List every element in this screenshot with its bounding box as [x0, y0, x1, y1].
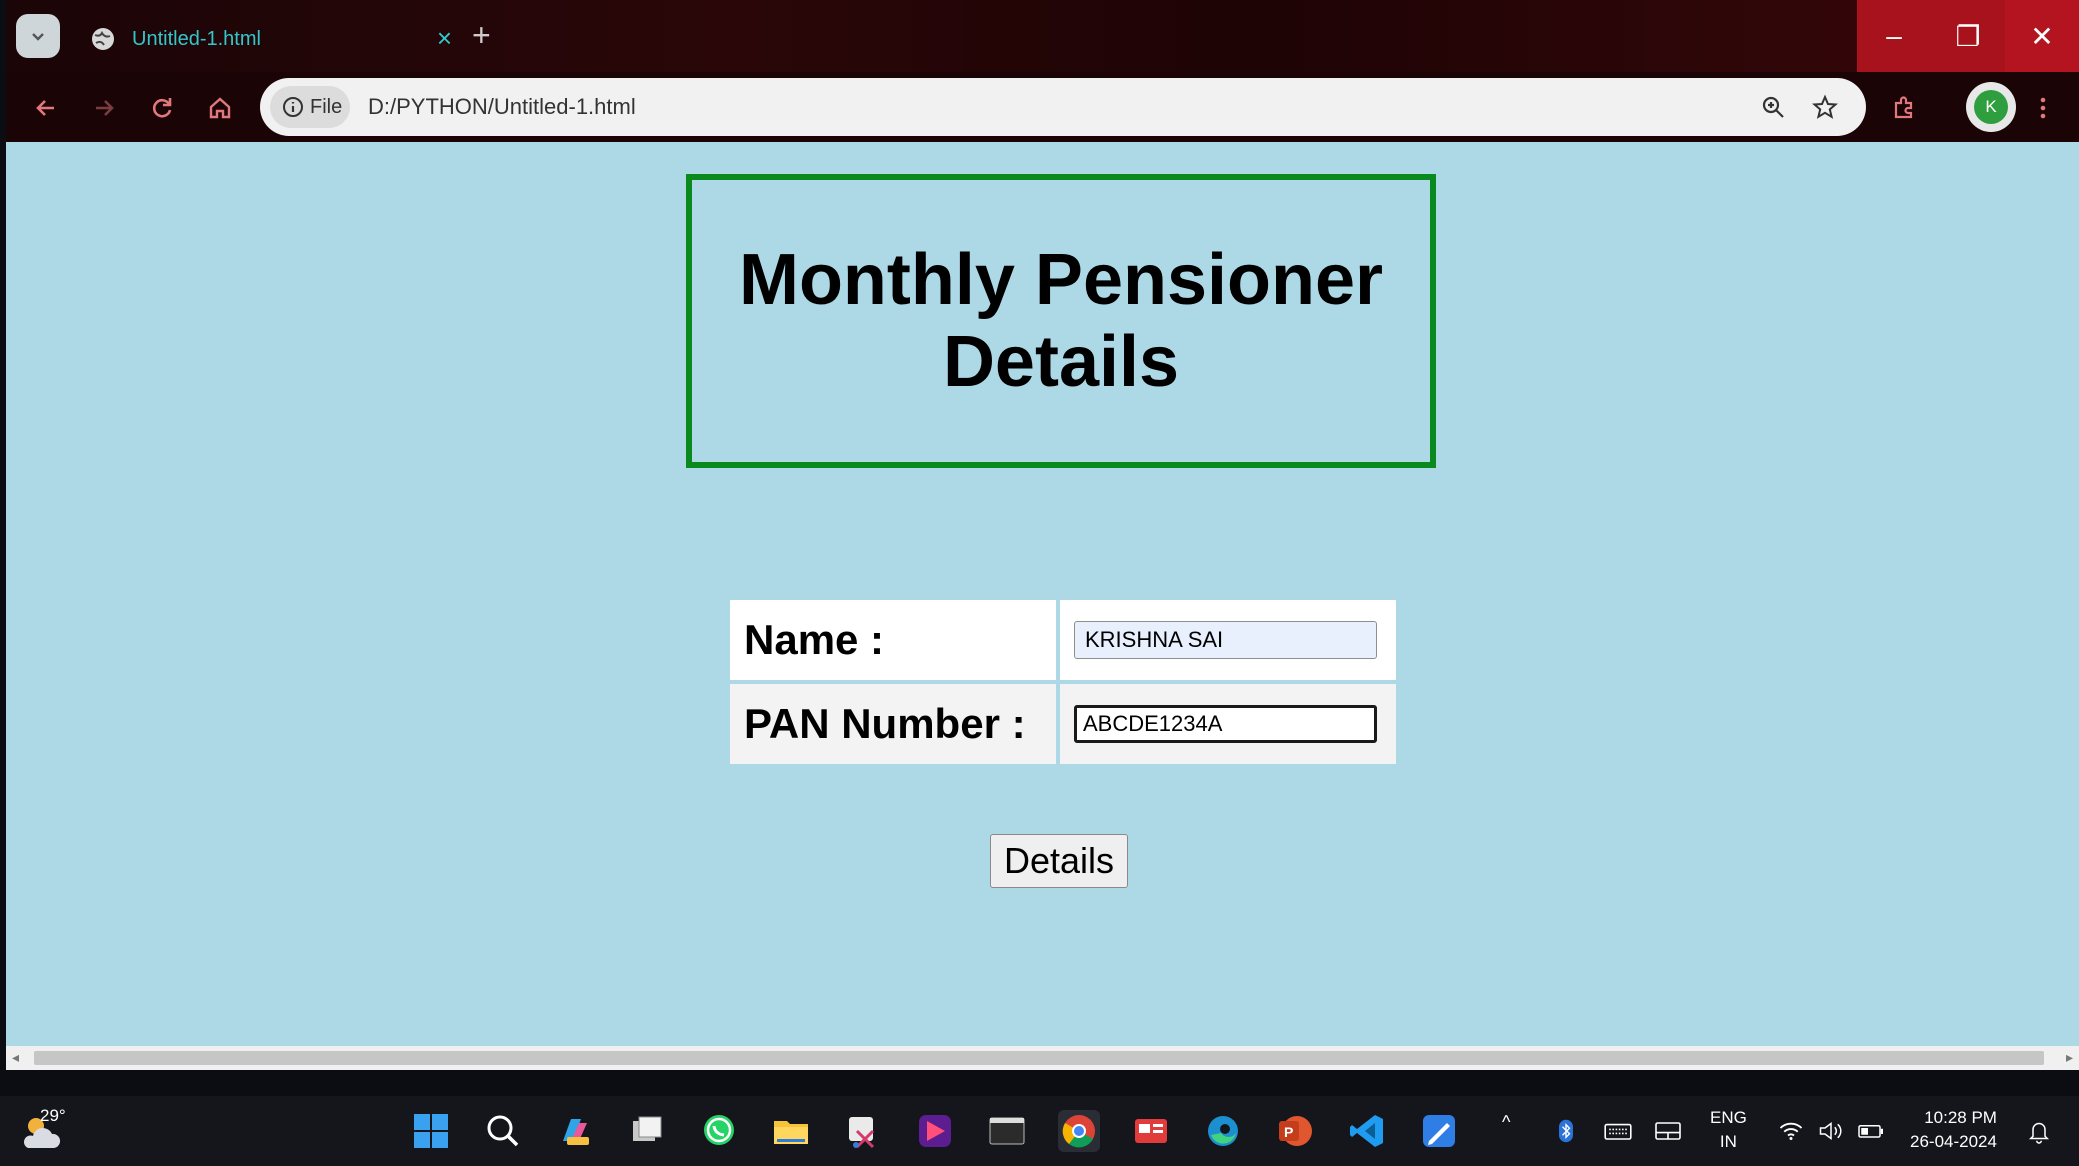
- globe-icon: [92, 28, 114, 50]
- name-row: Name :: [730, 600, 1396, 680]
- info-chip-label: File: [310, 95, 343, 118]
- zoom-icon[interactable]: [1758, 92, 1788, 122]
- name-label: Name :: [730, 600, 1056, 680]
- copilot-icon[interactable]: [554, 1110, 596, 1152]
- pensioner-form-table: Name : PAN Number :: [726, 596, 1400, 768]
- window-controls: – ❐ ✕: [1857, 0, 2079, 72]
- windows-start-icon[interactable]: [410, 1110, 452, 1152]
- horizontal-scrollbar[interactable]: ◂ ▸: [6, 1046, 2079, 1070]
- name-input[interactable]: [1074, 621, 1377, 659]
- media-app-icon[interactable]: [914, 1110, 956, 1152]
- notification-bell-icon[interactable]: [2024, 1110, 2054, 1152]
- keyboard-icon[interactable]: [1602, 1110, 1634, 1152]
- terminal-icon[interactable]: [986, 1110, 1028, 1152]
- bookmark-star-icon[interactable]: [1810, 92, 1840, 122]
- clock-date: 26-04-2024: [1910, 1132, 1997, 1151]
- task-view-icon[interactable]: [626, 1110, 668, 1152]
- page-title: Monthly Pensioner Details: [738, 240, 1384, 402]
- profile-avatar[interactable]: K: [1966, 82, 2016, 132]
- windows-taskbar: 29° P ^ ENG IN 10:28 PM 26-04-2024: [0, 1096, 2079, 1166]
- vscode-icon[interactable]: [1346, 1110, 1388, 1152]
- reload-icon[interactable]: [140, 86, 184, 130]
- address-bar[interactable]: File D:/PYTHON/Untitled-1.html: [260, 78, 1866, 136]
- browser-titlebar: Untitled-1.html × + – ❐ ✕: [6, 0, 2079, 72]
- language-code: ENG: [1710, 1108, 1747, 1127]
- tab-search-icon[interactable]: [16, 14, 60, 58]
- language-indicator[interactable]: ENG IN: [1710, 1106, 1747, 1154]
- extensions-icon[interactable]: [1882, 86, 1926, 130]
- site-info-chip[interactable]: File: [270, 86, 350, 128]
- close-window-button[interactable]: ✕: [2005, 0, 2079, 72]
- page-viewport: Monthly Pensioner Details Name : PAN Num…: [6, 142, 2079, 1070]
- pan-row: PAN Number :: [730, 684, 1396, 764]
- edge-icon[interactable]: [1202, 1110, 1244, 1152]
- scroll-right-icon[interactable]: ▸: [2066, 1049, 2073, 1066]
- pan-label: PAN Number :: [730, 684, 1056, 764]
- editor-app-icon[interactable]: [1418, 1110, 1460, 1152]
- forward-arrow-icon[interactable]: [82, 86, 126, 130]
- details-button[interactable]: Details: [990, 834, 1128, 888]
- weather-temp: 29°: [40, 1106, 66, 1125]
- scroll-left-icon[interactable]: ◂: [12, 1049, 19, 1066]
- chrome-icon[interactable]: [1058, 1110, 1100, 1152]
- file-explorer-icon[interactable]: [770, 1110, 812, 1152]
- volume-icon[interactable]: [1816, 1110, 1846, 1152]
- powerpoint-icon[interactable]: P: [1274, 1110, 1316, 1152]
- browser-toolbar: File D:/PYTHON/Untitled-1.html K: [6, 72, 2079, 142]
- home-icon[interactable]: [198, 86, 242, 130]
- url-text[interactable]: D:/PYTHON/Untitled-1.html: [368, 94, 636, 120]
- heading-box: Monthly Pensioner Details: [686, 174, 1436, 468]
- snipping-tool-icon[interactable]: [842, 1110, 884, 1152]
- region-code: IN: [1719, 1132, 1737, 1151]
- new-tab-button[interactable]: +: [472, 18, 491, 52]
- info-icon: [283, 97, 303, 117]
- scrollbar-thumb[interactable]: [34, 1051, 2044, 1065]
- browser-tab[interactable]: Untitled-1.html ×: [76, 10, 456, 68]
- whatsapp-icon[interactable]: [698, 1110, 740, 1152]
- pan-input[interactable]: [1074, 705, 1377, 743]
- display-icon[interactable]: [1652, 1110, 1684, 1152]
- browser-menu-icon[interactable]: [2028, 86, 2058, 130]
- back-arrow-icon[interactable]: [24, 86, 68, 130]
- show-hidden-icons-chevron-icon[interactable]: ^: [1502, 1112, 1510, 1133]
- weather-widget[interactable]: 29°: [20, 1106, 74, 1154]
- search-icon[interactable]: [482, 1110, 524, 1152]
- battery-icon[interactable]: [1856, 1110, 1886, 1152]
- news-app-icon[interactable]: [1130, 1110, 1172, 1152]
- restore-button[interactable]: ❐: [1931, 0, 2005, 72]
- profile-initial: K: [1974, 90, 2008, 124]
- name-field-cell: [1060, 600, 1396, 680]
- tab-title: Untitled-1.html: [132, 27, 261, 50]
- tab-close-icon[interactable]: ×: [437, 24, 452, 52]
- system-clock[interactable]: 10:28 PM 26-04-2024: [1910, 1106, 1997, 1154]
- svg-text:P: P: [1284, 1124, 1293, 1140]
- clock-time: 10:28 PM: [1924, 1108, 1997, 1127]
- minimize-button[interactable]: –: [1857, 0, 1931, 72]
- pan-field-cell: [1060, 684, 1396, 764]
- wifi-icon[interactable]: [1776, 1110, 1806, 1152]
- bluetooth-icon[interactable]: [1552, 1110, 1580, 1152]
